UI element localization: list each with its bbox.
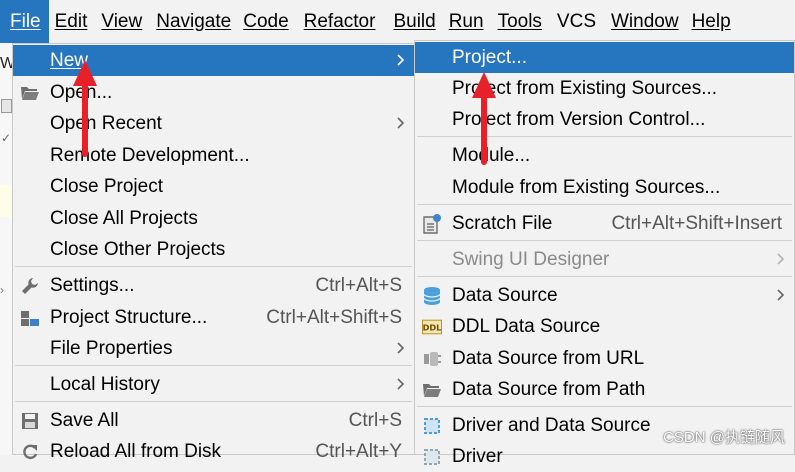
file-menu-settings[interactable]: Settings... Ctrl+Alt+S — [13, 270, 414, 301]
file-menu-reload-all[interactable]: Reload All from Disk Ctrl+Alt+Y — [13, 436, 414, 467]
new-menu-ddl-data-source[interactable]: DDL DDL Data Source — [415, 311, 794, 342]
menu-navigate[interactable]: Navigate — [150, 0, 237, 43]
menu-code[interactable]: Code — [237, 0, 297, 43]
chevron-right-icon — [777, 289, 785, 301]
svg-text:DDL: DDL — [423, 323, 442, 333]
project-structure-icon — [20, 308, 40, 328]
chevron-right-icon — [397, 117, 405, 129]
chevron-right-icon — [777, 253, 785, 265]
red-arrow-icon — [472, 72, 496, 165]
menu-help[interactable]: Help — [688, 0, 731, 43]
chevron-right-icon — [397, 378, 405, 390]
ddl-icon: DDL — [422, 317, 442, 337]
menu-refactor[interactable]: Refactor — [298, 0, 384, 43]
reload-icon — [20, 442, 40, 462]
menu-build[interactable]: Build — [383, 0, 443, 43]
menu-separator — [417, 276, 792, 277]
menu-separator — [417, 240, 792, 241]
file-menu-project-structure[interactable]: Project Structure... Ctrl+Alt+Shift+S — [13, 302, 414, 333]
driver-icon — [422, 447, 442, 467]
chevron-right-icon — [397, 342, 405, 354]
new-menu-module-from-existing-sources[interactable]: Module from Existing Sources... — [415, 172, 794, 203]
database-icon — [422, 286, 442, 306]
new-menu-project[interactable]: Project... — [415, 42, 794, 73]
new-menu-data-source-from-path[interactable]: Data Source from Path — [415, 374, 794, 405]
new-menu-data-source-from-url[interactable]: Data Source from URL — [415, 343, 794, 374]
highlighted-row — [0, 185, 12, 217]
watermark: CSDN @执链随风 — [663, 429, 785, 446]
ide-background-edge: W ✓ › — [0, 43, 15, 455]
menu-view[interactable]: View — [93, 0, 150, 43]
red-arrow-icon — [73, 60, 97, 157]
menu-vcs[interactable]: VCS — [551, 0, 605, 43]
file-menu-save-all[interactable]: Save All Ctrl+S — [13, 405, 414, 436]
file-menu-close-all-projects[interactable]: Close All Projects — [13, 203, 414, 234]
file-menu-file-properties[interactable]: File Properties — [13, 333, 414, 364]
folder-icon — [422, 380, 442, 400]
new-menu-data-source[interactable]: Data Source — [415, 280, 794, 311]
menu-separator — [15, 365, 412, 366]
file-menu-close-project[interactable]: Close Project — [13, 171, 414, 202]
menu-bar: File Edit View Navigate Code Refactor Bu… — [0, 0, 795, 43]
scratch-file-icon — [422, 214, 442, 234]
menu-separator — [417, 406, 792, 407]
check-icon: ✓ — [1, 131, 12, 145]
wrench-icon — [20, 276, 40, 296]
menu-run[interactable]: Run — [444, 0, 492, 43]
expand-icon: › — [0, 283, 4, 297]
menu-separator — [417, 204, 792, 205]
save-icon — [20, 411, 40, 431]
menu-tools[interactable]: Tools — [492, 0, 551, 43]
menu-window[interactable]: Window — [605, 0, 688, 43]
file-tree-icon — [1, 99, 12, 113]
menu-separator — [15, 401, 412, 402]
file-menu-close-other-projects[interactable]: Close Other Projects — [13, 234, 414, 265]
file-menu-local-history[interactable]: Local History — [13, 369, 414, 400]
menu-edit[interactable]: Edit — [49, 0, 94, 43]
menu-file[interactable]: File — [0, 0, 49, 43]
menu-separator — [15, 266, 412, 267]
new-menu-scratch-file[interactable]: Scratch File Ctrl+Alt+Shift+Insert — [415, 208, 794, 239]
new-menu-swing-ui-designer: Swing UI Designer — [415, 244, 794, 275]
folder-open-icon — [20, 83, 40, 103]
driver-datasource-icon — [422, 416, 442, 436]
chevron-right-icon — [397, 54, 405, 66]
url-plug-icon — [422, 349, 442, 369]
